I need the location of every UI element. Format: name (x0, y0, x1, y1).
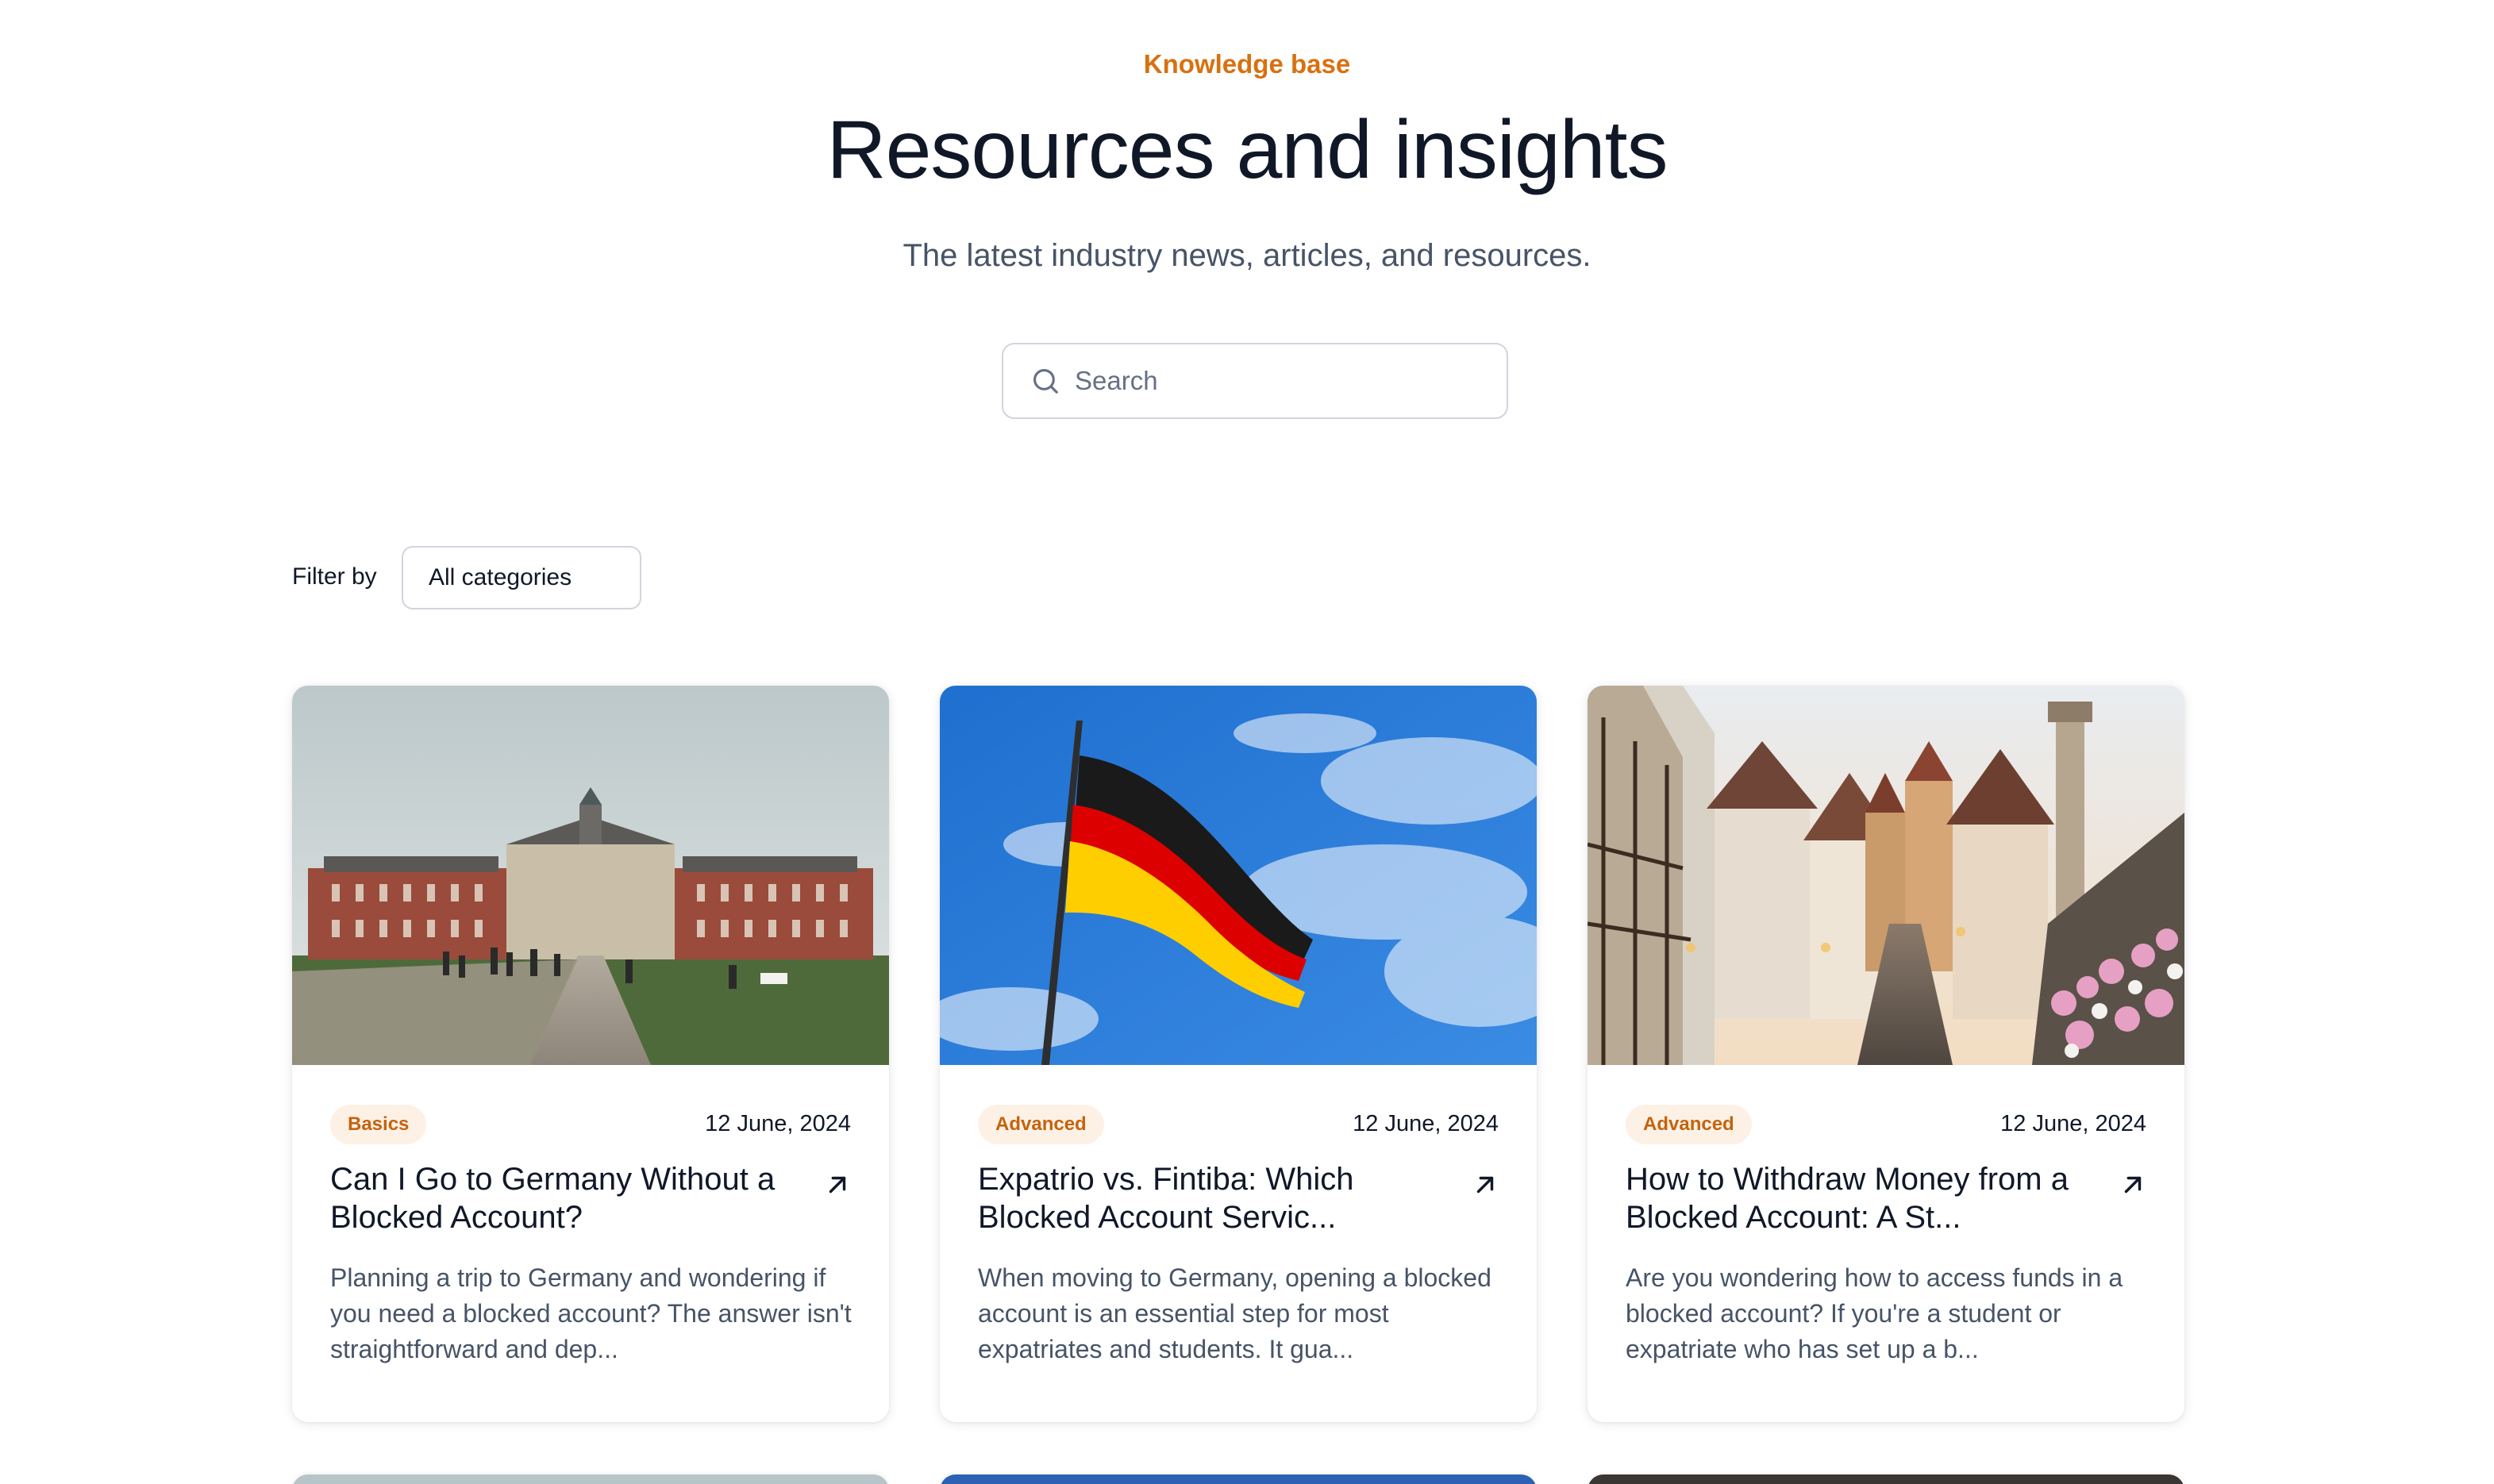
filter-label: Filter by (292, 563, 377, 590)
category-badge: Advanced (1626, 1105, 1752, 1144)
post-excerpt: Are you wondering how to access funds in… (1626, 1263, 2123, 1363)
search-icon (1033, 368, 1058, 394)
search-box[interactable] (1002, 343, 1508, 419)
arrow-up-right-icon[interactable] (824, 1171, 851, 1198)
post-image (940, 686, 1537, 1065)
arrow-up-right-icon[interactable] (1472, 1171, 1499, 1198)
post-image (292, 686, 889, 1065)
post-card-peek[interactable] (940, 1474, 1537, 1484)
eyebrow-label: Knowledge base (1143, 49, 1351, 79)
post-card-peek[interactable] (292, 1474, 889, 1484)
category-badge: Advanced (978, 1105, 1104, 1144)
german-flag-photo (940, 686, 1537, 1065)
arrow-up-right-icon[interactable] (2119, 1171, 2146, 1198)
page-title: Resources and insights (826, 104, 1668, 196)
post-card[interactable]: Advanced 12 June, 2024 Expatrio vs. Fint… (940, 686, 1537, 1422)
post-title[interactable]: Can I Go to Germany Without a Blocked Ac… (330, 1160, 791, 1236)
category-badge: Basics (330, 1105, 427, 1144)
post-date: 12 June, 2024 (2000, 1111, 2146, 1136)
page-subtitle: The latest industry news, articles, and … (903, 238, 1591, 273)
palace-photo (292, 686, 889, 1065)
post-card-peek[interactable] (1588, 1474, 2184, 1484)
search-input[interactable] (1075, 366, 1488, 396)
post-card[interactable]: Advanced 12 June, 2024 How to Withdraw M… (1588, 686, 2184, 1422)
post-card[interactable]: Basics 12 June, 2024 Can I Go to Germany… (292, 686, 889, 1422)
post-date: 12 June, 2024 (1353, 1111, 1499, 1136)
category-select[interactable]: All categories (402, 546, 641, 609)
post-excerpt: When moving to Germany, opening a blocke… (978, 1263, 1491, 1363)
post-excerpt: Planning a trip to Germany and wondering… (330, 1263, 852, 1363)
post-image (1588, 686, 2184, 1065)
post-title[interactable]: Expatrio vs. Fintiba: Which Blocked Acco… (978, 1160, 1438, 1236)
post-title[interactable]: How to Withdraw Money from a Blocked Acc… (1626, 1160, 2086, 1236)
post-date: 12 June, 2024 (705, 1111, 851, 1136)
old-town-street-photo (1588, 686, 2184, 1065)
